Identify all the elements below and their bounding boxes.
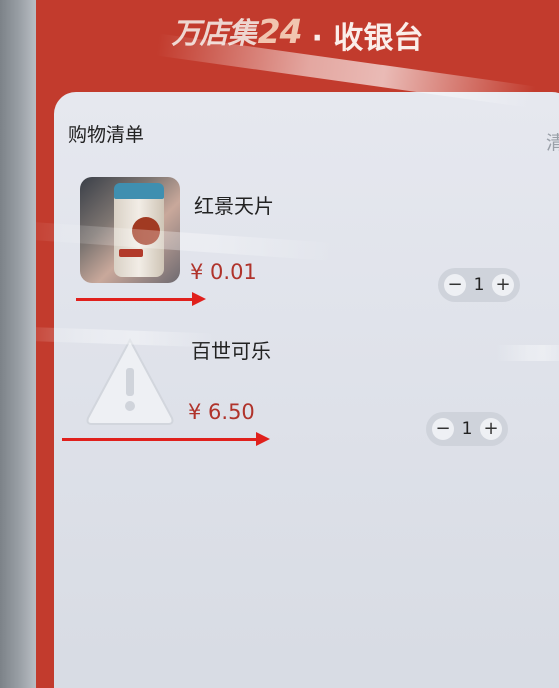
shopping-list-title: 购物清单 — [68, 124, 145, 146]
warning-placeholder-icon — [80, 330, 180, 436]
quantity-value: 1 — [461, 419, 473, 439]
increase-quantity-button[interactable]: + — [479, 418, 502, 440]
product-name: 百世可乐 — [191, 339, 271, 363]
page-title: · 收银台 — [311, 21, 424, 56]
list-item: 红景天片 ¥ 0.01 − 1 + — [54, 172, 559, 332]
kiosk-screen: 万店集 24 · 收银台 购物清单 清空 红景天片 ¥ 0.01 − 1 + — [36, 0, 559, 688]
device-bezel — [0, 0, 36, 688]
quantity-stepper: − 1 + — [438, 268, 520, 302]
brand-logo: 万店集 24 — [171, 10, 303, 52]
jar-illustration — [114, 183, 164, 277]
quantity-value: 1 — [473, 275, 485, 295]
decrease-quantity-button[interactable]: − — [444, 274, 466, 296]
brand-logo-text: 万店集 — [171, 16, 257, 50]
list-item: 百世可乐 ¥ 6.50 − 1 + — [54, 320, 559, 480]
annotation-arrow — [62, 432, 270, 446]
product-price: ¥ 6.50 — [188, 400, 255, 424]
increase-quantity-button[interactable]: + — [491, 274, 514, 296]
annotation-arrow — [76, 292, 206, 306]
product-price: ¥ 0.01 — [190, 260, 257, 284]
shopping-list-panel: 购物清单 清空 红景天片 ¥ 0.01 − 1 + — [54, 92, 559, 688]
clear-cart-button[interactable]: 清空 — [546, 128, 559, 155]
header-bar: 万店集 24 · 收银台 — [36, 0, 559, 92]
quantity-stepper: − 1 + — [426, 412, 508, 446]
product-image — [80, 177, 180, 283]
brand-logo-number: 24 — [257, 12, 303, 51]
decrease-quantity-button[interactable]: − — [432, 418, 454, 440]
product-name: 红景天片 — [194, 194, 274, 218]
